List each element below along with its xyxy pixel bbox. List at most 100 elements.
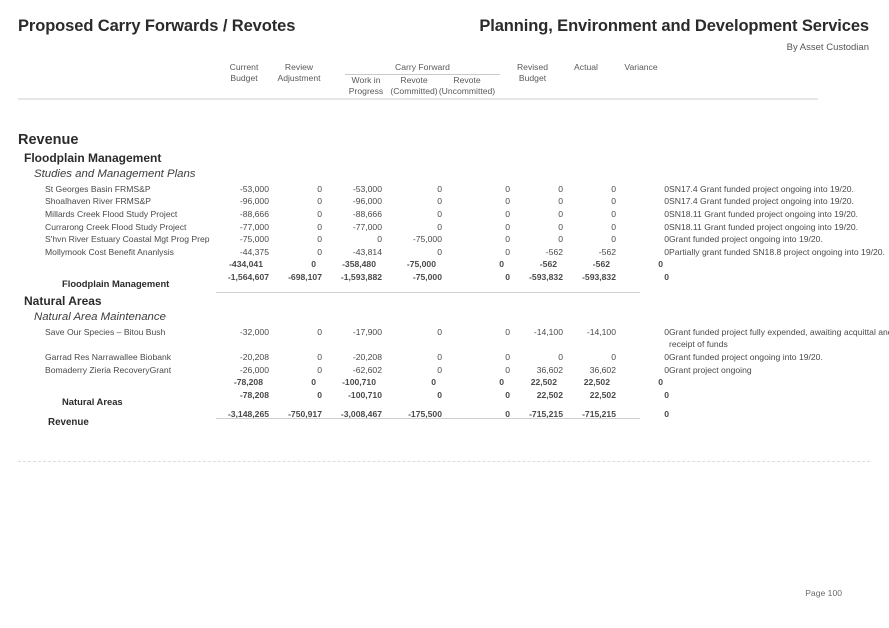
cell-revote-committed: -75,000 — [412, 271, 442, 282]
report-subtitle: By Asset Custodian — [786, 42, 869, 53]
cell-note: SN17.4 Grant funded project ongoing into… — [669, 196, 854, 207]
cell-note — [669, 376, 889, 389]
col-header-revote-uncommitted: Revote (Uncommitted) — [438, 75, 496, 97]
cell-current-budget: -78,208 — [239, 389, 269, 400]
row-label: Revenue — [48, 417, 89, 429]
row-label: St Georges Basin FRMS&P — [45, 183, 151, 194]
cell-revised-budget: 0 — [558, 183, 563, 194]
carry-forward-group-rule — [345, 74, 500, 75]
cell-review-adjustment: 0 — [317, 389, 322, 400]
cell-review-adjustment: 0 — [317, 234, 322, 245]
cell-revote-committed: 0 — [437, 389, 442, 400]
table-row: Bomaderry Zieria RecoveryGrant -26,000 0… — [0, 364, 889, 377]
cell-review-adjustment: 0 — [311, 259, 316, 270]
cell-review-adjustment: 0 — [317, 326, 322, 337]
col-header-current-budget: Current Budget — [229, 62, 259, 84]
empty-cells — [216, 165, 889, 183]
row-label: Natural Areas — [62, 395, 123, 407]
total-row-floodplain: Floodplain Management -1,564,607 -698,10… — [0, 271, 889, 291]
cell-note: Partially grant funded SN18.8 project on… — [669, 246, 885, 257]
cell-revised-budget: 0 — [558, 196, 563, 207]
subsection-heading-studies: Studies and Management Plans — [0, 165, 889, 183]
cell-current-budget: -20,208 — [239, 351, 269, 362]
cell-variance: 0 — [664, 271, 669, 282]
row-label: Millards Creek Flood Study Project — [45, 208, 178, 219]
subtotal-rule-natural-area-maintenance — [216, 418, 640, 419]
cell-revised-budget: 0 — [558, 234, 563, 245]
cell-work-in-progress: -17,900 — [352, 326, 382, 337]
subsection-heading-natural-area-maintenance: Natural Area Maintenance — [0, 308, 889, 326]
subtotal-rule-studies — [216, 292, 640, 293]
cell-revote-uncommitted: 0 — [505, 271, 510, 282]
cell-revote-committed: 0 — [431, 377, 436, 388]
cell-revote-committed: 0 — [437, 326, 442, 337]
cell-revote-committed: 0 — [437, 196, 442, 207]
cell-note — [669, 408, 889, 430]
cell-revote-uncommitted: 0 — [505, 208, 510, 219]
cell-revote-uncommitted: 0 — [505, 196, 510, 207]
cell-revised-budget: 36,602 — [536, 364, 563, 375]
cell-actual: 36,602 — [589, 364, 616, 375]
section-heading-label: Floodplain Management — [24, 150, 162, 165]
cell-revote-uncommitted: 0 — [505, 389, 510, 400]
cell-work-in-progress: -77,000 — [352, 221, 382, 232]
cell-revised-budget: -562 — [545, 246, 563, 257]
section-heading-revenue: Revenue — [0, 132, 889, 148]
cell-work-in-progress: -358,480 — [342, 259, 376, 270]
header-divider — [18, 98, 818, 100]
cell-variance: 0 — [664, 221, 669, 232]
cell-revote-committed: 0 — [437, 208, 442, 219]
cell-revote-committed: 0 — [437, 246, 442, 257]
cell-actual: 0 — [611, 196, 616, 207]
cell-review-adjustment: 0 — [317, 183, 322, 194]
cell-note: SN17.4 Grant funded project ongoing into… — [669, 183, 854, 194]
table-row: Save Our Species – Bitou Bush -32,000 0 … — [0, 326, 889, 351]
cell-revised-budget: 22,502 — [530, 377, 557, 388]
section-heading-floodplain: Floodplain Management — [0, 148, 889, 166]
cell-revote-committed: -175,500 — [408, 409, 442, 420]
cell-revote-uncommitted: 0 — [505, 246, 510, 257]
cell-revote-uncommitted: 0 — [499, 259, 504, 270]
cell-actual: 0 — [611, 221, 616, 232]
table-row: Shoalhaven River FRMS&P -96,000 0 -96,00… — [0, 195, 889, 208]
cell-revised-budget: 22,502 — [536, 389, 563, 400]
cell-actual: 0 — [611, 183, 616, 194]
table-row: Millards Creek Flood Study Project -88,6… — [0, 208, 889, 221]
cell-review-adjustment: 0 — [317, 196, 322, 207]
cell-revised-budget: 0 — [558, 351, 563, 362]
cell-variance: 0 — [664, 234, 669, 245]
col-header-actual: Actual — [574, 62, 598, 72]
table-row: S'hvn River Estuary Coastal Mgt Prog Pre… — [0, 233, 889, 246]
row-label: Currarong Creek Flood Study Project — [45, 221, 187, 232]
cell-revote-uncommitted: 0 — [505, 183, 510, 194]
col-header-carry-forward-group: Carry Forward — [395, 62, 450, 72]
cell-variance: 0 — [664, 326, 669, 337]
table-row: Mollymook Cost Benefit Ananlysis -44,375… — [0, 246, 889, 259]
revenue-bottom-divider — [18, 461, 870, 462]
cell-note — [669, 258, 889, 271]
cell-variance: 0 — [664, 183, 669, 194]
department-title: Planning, Environment and Development Se… — [479, 17, 869, 35]
cell-current-budget: -77,000 — [239, 221, 269, 232]
cell-note: Grant funded project ongoing into 19/20. — [669, 234, 823, 245]
cell-review-adjustment: 0 — [317, 221, 322, 232]
row-label: S'hvn River Estuary Coastal Mgt Prog Pre… — [45, 234, 210, 245]
table-row: Garrad Res Narrawallee Biobank -20,208 0… — [0, 351, 889, 364]
row-label: Floodplain Management — [62, 277, 170, 289]
subtotal-row-studies: -434,041 0 -358,480 -75,000 0 -562 -562 … — [0, 258, 889, 271]
cell-variance: 0 — [658, 259, 663, 270]
cell-current-budget: -434,041 — [229, 259, 263, 270]
cell-variance: 0 — [664, 208, 669, 219]
cell-current-budget: -78,208 — [233, 377, 263, 388]
section-heading-label: Natural Areas — [24, 293, 102, 308]
cell-variance: 0 — [664, 409, 669, 420]
empty-cells — [216, 132, 889, 148]
cell-revote-committed: -75,000 — [412, 234, 442, 245]
cell-actual: 22,502 — [583, 377, 610, 388]
cell-actual: -562 — [592, 259, 610, 270]
cell-note: SN18.11 Grant funded project ongoing int… — [669, 221, 859, 232]
cell-revote-uncommitted: 0 — [505, 364, 510, 375]
subsection-heading-label: Studies and Management Plans — [34, 168, 196, 181]
cell-current-budget: -32,000 — [239, 326, 269, 337]
empty-cells — [216, 291, 889, 309]
